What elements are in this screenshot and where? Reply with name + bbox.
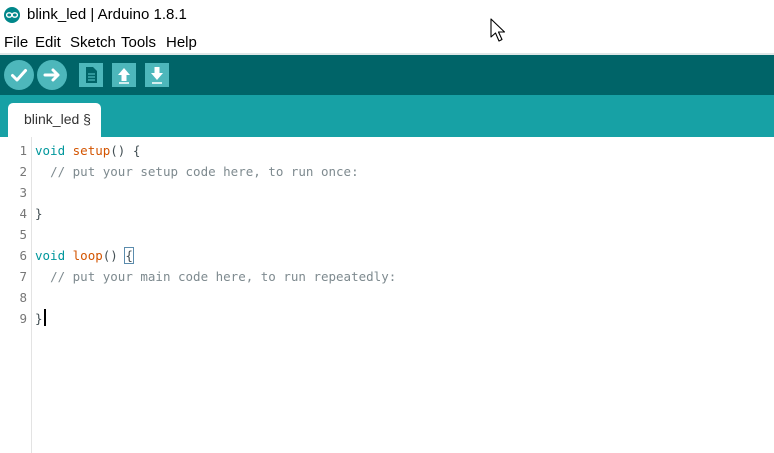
- tab-label: blink_led §: [24, 111, 91, 127]
- code-text: // put your setup code here, to run once…: [35, 164, 359, 179]
- upload-button[interactable]: [37, 60, 67, 90]
- line-number: 1: [19, 143, 27, 158]
- code-token: (): [102, 248, 126, 263]
- menu-tools[interactable]: Tools: [121, 34, 156, 51]
- code-token: }: [35, 206, 43, 221]
- code-line[interactable]: 8: [0, 287, 774, 308]
- line-number: 2: [19, 164, 27, 179]
- menu-bar: File Edit Sketch Tools Help: [0, 31, 774, 53]
- code-line[interactable]: 7 // put your main code here, to run rep…: [0, 266, 774, 287]
- code-text: void loop() {: [35, 247, 134, 264]
- code-token: void: [35, 143, 66, 158]
- code-line[interactable]: 5: [0, 224, 774, 245]
- text-caret: [44, 309, 46, 326]
- line-number: 9: [19, 311, 27, 326]
- arrow-down-icon: [151, 67, 163, 84]
- new-file-icon: [86, 67, 97, 83]
- window-title: blink_led | Arduino 1.8.1: [27, 6, 187, 23]
- line-number: 8: [19, 290, 27, 305]
- code-line[interactable]: 1 void setup() {: [0, 140, 774, 161]
- arduino-infinity-icon: [4, 7, 20, 23]
- new-button[interactable]: [79, 63, 103, 87]
- menu-file[interactable]: File: [4, 34, 28, 51]
- code-line[interactable]: 6 void loop() {: [0, 245, 774, 266]
- line-number: 3: [19, 185, 27, 200]
- code-token: // put your setup code here, to run once…: [50, 164, 359, 179]
- matched-brace: {: [124, 247, 134, 264]
- checkmark-icon: [11, 69, 27, 82]
- verify-button[interactable]: [4, 60, 34, 90]
- code-token: loop: [72, 248, 103, 263]
- code-token: () {: [110, 143, 141, 158]
- line-number: 5: [19, 227, 27, 242]
- code-token: // put your main code here, to run repea…: [50, 269, 397, 284]
- code-text: void setup() {: [35, 143, 140, 158]
- tab-blink-led[interactable]: blink_led §: [8, 103, 101, 137]
- code-line[interactable]: 2 // put your setup code here, to run on…: [0, 161, 774, 182]
- save-button[interactable]: [145, 63, 169, 87]
- code-token: }: [35, 311, 43, 326]
- mouse-pointer-icon: [490, 18, 506, 42]
- code-token: setup: [72, 143, 111, 158]
- line-number: 7: [19, 269, 27, 284]
- open-button[interactable]: [112, 63, 136, 87]
- code-line[interactable]: 9}: [0, 308, 774, 329]
- menu-help[interactable]: Help: [166, 34, 197, 51]
- title-bar: blink_led | Arduino 1.8.1: [0, 0, 774, 30]
- code-text: }: [35, 206, 43, 221]
- menu-sketch[interactable]: Sketch: [70, 34, 116, 51]
- menu-edit[interactable]: Edit: [35, 34, 61, 51]
- arrow-up-icon: [118, 68, 130, 84]
- code-line[interactable]: 4}: [0, 203, 774, 224]
- toolbar: [0, 55, 774, 95]
- code-editor[interactable]: 1 void setup() {2 // put your setup code …: [0, 137, 774, 453]
- arrow-right-icon: [43, 68, 60, 82]
- tab-bar: blink_led §: [0, 95, 774, 137]
- code-text: // put your main code here, to run repea…: [35, 269, 396, 284]
- line-number: 4: [19, 206, 27, 221]
- code-line[interactable]: 3: [0, 182, 774, 203]
- line-number: 6: [19, 248, 27, 263]
- code-token: void: [35, 248, 66, 263]
- code-text: }: [35, 311, 43, 326]
